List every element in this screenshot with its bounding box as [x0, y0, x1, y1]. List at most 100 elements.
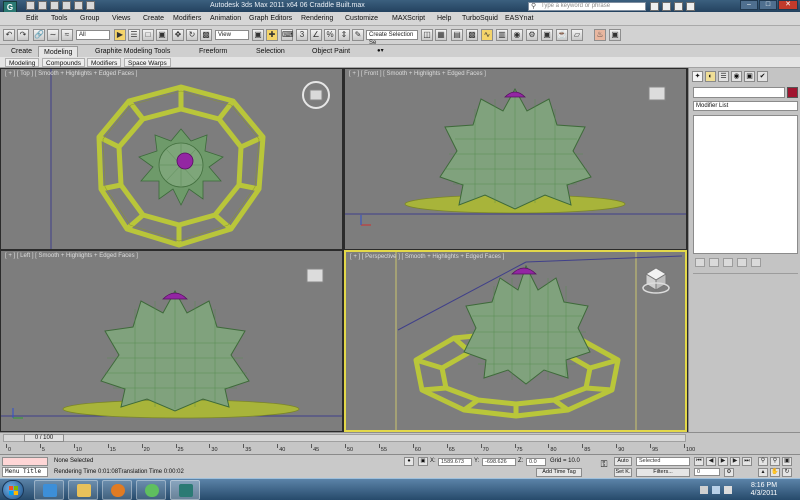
x-coordinate-field[interactable]: 1589.673 [438, 458, 472, 466]
subtab-space-warps[interactable]: Space Warps [124, 58, 171, 67]
time-slider-track[interactable] [3, 434, 686, 442]
named-selection-sets-dropdown[interactable]: Create Selection Se [366, 30, 418, 46]
menu-animation[interactable]: Animation [210, 15, 241, 22]
schematic-view-icon[interactable]: ▥ [496, 29, 508, 41]
tray-flag-icon[interactable] [700, 486, 708, 494]
menu-turbosquid[interactable]: TurboSquid [462, 15, 498, 22]
menu-group[interactable]: Group [80, 15, 99, 22]
open-file-icon[interactable] [38, 1, 47, 10]
reference-coordinate-dropdown[interactable]: View [215, 30, 249, 40]
communication-icon[interactable] [662, 2, 671, 11]
save-file-icon[interactable] [50, 1, 59, 10]
zoom-extents-icon[interactable]: ▣ [782, 457, 792, 466]
taskbar-3dsmax[interactable] [170, 480, 200, 500]
material-editor-icon[interactable]: ◉ [511, 29, 523, 41]
render-setup-icon[interactable]: ⚙ [526, 29, 538, 41]
object-color-swatch[interactable] [787, 87, 798, 98]
layer-manager-icon[interactable]: ▤ [451, 29, 463, 41]
ribbon-tab-object-paint[interactable]: Object Paint [307, 46, 355, 57]
ribbon-tab-graphite-modeling-tools[interactable]: Graphite Modeling Tools [90, 46, 175, 57]
subtab-modifiers[interactable]: Modifiers [87, 58, 122, 67]
orbit-icon[interactable]: ↻ [782, 468, 792, 477]
menu-views[interactable]: Views [112, 15, 131, 22]
curve-editor-icon[interactable]: ∿ [481, 29, 493, 41]
favorites-icon[interactable] [674, 2, 683, 11]
percent-snap-icon[interactable]: % [324, 29, 336, 41]
key-filter-dropdown[interactable]: Selected [636, 457, 690, 466]
auto-key-button[interactable]: Auto [614, 457, 632, 466]
pin-stack-icon[interactable] [695, 258, 705, 267]
add-time-tag-button[interactable]: Add Time Tag [536, 468, 582, 477]
help-icon[interactable] [686, 2, 695, 11]
create-panel-icon[interactable]: ✦ [692, 71, 703, 82]
menu-create[interactable]: Create [143, 15, 164, 22]
render-teapot-icon[interactable]: ♨ [594, 29, 606, 41]
select-and-link-icon[interactable]: 🔗 [33, 29, 45, 41]
track-bar[interactable]: 0 5 10 15 20 25 30 35 40 45 50 55 60 65 70 75 80 85 90 95 10… [0, 444, 695, 454]
go-to-end-icon[interactable]: ⏭ [742, 457, 752, 466]
select-and-manipulate-icon[interactable]: ✚ [266, 29, 278, 41]
taskbar-internet-explorer[interactable] [34, 480, 64, 500]
menu-easynat[interactable]: EASYnat [505, 15, 533, 22]
redo-icon[interactable]: ↷ [17, 29, 29, 41]
time-config-icon[interactable]: ⚙ [724, 468, 734, 477]
keyword-search-input[interactable]: ⚲ Type a keyword or phrase [528, 2, 646, 11]
select-and-rotate-icon[interactable]: ↻ [186, 29, 198, 41]
motion-panel-icon[interactable]: ◉ [731, 71, 742, 82]
viewport-left[interactable]: [ + ] [ Left ] [ Smooth + Highlights + E… [1, 251, 342, 431]
play-icon[interactable]: ▶ [718, 457, 728, 466]
modifier-stack[interactable] [693, 115, 798, 254]
edit-named-selection-icon[interactable]: ✎ [352, 29, 364, 41]
menu-help[interactable]: Help [437, 15, 451, 22]
ribbon-tab-selection[interactable]: Selection [251, 46, 290, 57]
modifier-list-dropdown[interactable]: Modifier List [693, 101, 798, 111]
utilities-panel-icon[interactable]: ✔ [757, 71, 768, 82]
bind-to-spacewarp-icon[interactable]: ≈ [61, 29, 73, 41]
key-icon[interactable]: ⚿ [598, 460, 610, 470]
subtab-modeling[interactable]: Modeling [5, 58, 40, 67]
subtab-compounds[interactable]: Compounds [42, 58, 86, 67]
ribbon-tab-freeform[interactable]: Freeform [194, 46, 232, 57]
taskbar-explorer[interactable] [68, 480, 98, 500]
display-panel-icon[interactable]: ▣ [744, 71, 755, 82]
configure-modifier-sets-icon[interactable] [751, 258, 761, 267]
angle-snap-icon[interactable]: ∠ [310, 29, 322, 41]
ribbon-options-icon[interactable]: ●▾ [372, 46, 389, 57]
minimize-button[interactable]: – [740, 0, 758, 10]
select-by-name-icon[interactable]: ☰ [128, 29, 140, 41]
unlink-icon[interactable]: ∼ [47, 29, 59, 41]
infocenter-icon[interactable] [650, 2, 659, 11]
window-crossing-icon[interactable]: ▣ [156, 29, 168, 41]
menu-maxscript[interactable]: MAXScript [392, 15, 425, 22]
lock-selection-icon[interactable]: ● [404, 457, 414, 466]
graphite-toggle-icon[interactable]: ▩ [466, 29, 478, 41]
y-coordinate-field[interactable]: -698.626 [482, 458, 516, 466]
menu-modifiers[interactable]: Modifiers [173, 15, 201, 22]
menu-tools[interactable]: Tools [51, 15, 67, 22]
set-key-button[interactable]: Set K. [614, 468, 632, 477]
current-frame-field[interactable]: 0 [694, 468, 720, 476]
absolute-mode-icon[interactable]: ▣ [418, 457, 428, 466]
maximize-button[interactable]: □ [759, 0, 777, 10]
maxscript-listener-pink[interactable] [2, 457, 48, 466]
menu-rendering[interactable]: Rendering [301, 15, 333, 22]
pan-view-icon[interactable]: ✋ [770, 468, 780, 477]
selection-filter-dropdown[interactable]: All [76, 30, 110, 40]
select-and-scale-icon[interactable]: ▩ [200, 29, 212, 41]
tray-volume-icon[interactable] [724, 486, 732, 494]
align-icon[interactable]: ▦ [435, 29, 447, 41]
render-production-icon[interactable]: ☕ [556, 29, 568, 41]
undo-icon[interactable] [62, 1, 71, 10]
ribbon-tab-modeling[interactable]: Modeling [38, 46, 79, 57]
taskbar-media-player[interactable] [102, 480, 132, 500]
new-file-icon[interactable] [26, 1, 35, 10]
next-frame-icon[interactable]: ▶ [730, 457, 740, 466]
select-and-move-icon[interactable]: ✥ [172, 29, 184, 41]
field-of-view-icon[interactable]: ▴ [758, 468, 768, 477]
rectangular-selection-icon[interactable]: □ [142, 29, 154, 41]
redo-icon[interactable] [74, 1, 83, 10]
key-filters-button[interactable]: Filters... [636, 468, 690, 477]
spinner-snap-icon[interactable]: ⇕ [338, 29, 350, 41]
viewport-front-label[interactable]: [ + ] [ Front ] [ Smooth + Highlights + … [349, 71, 486, 77]
mirror-icon[interactable]: ◫ [421, 29, 433, 41]
